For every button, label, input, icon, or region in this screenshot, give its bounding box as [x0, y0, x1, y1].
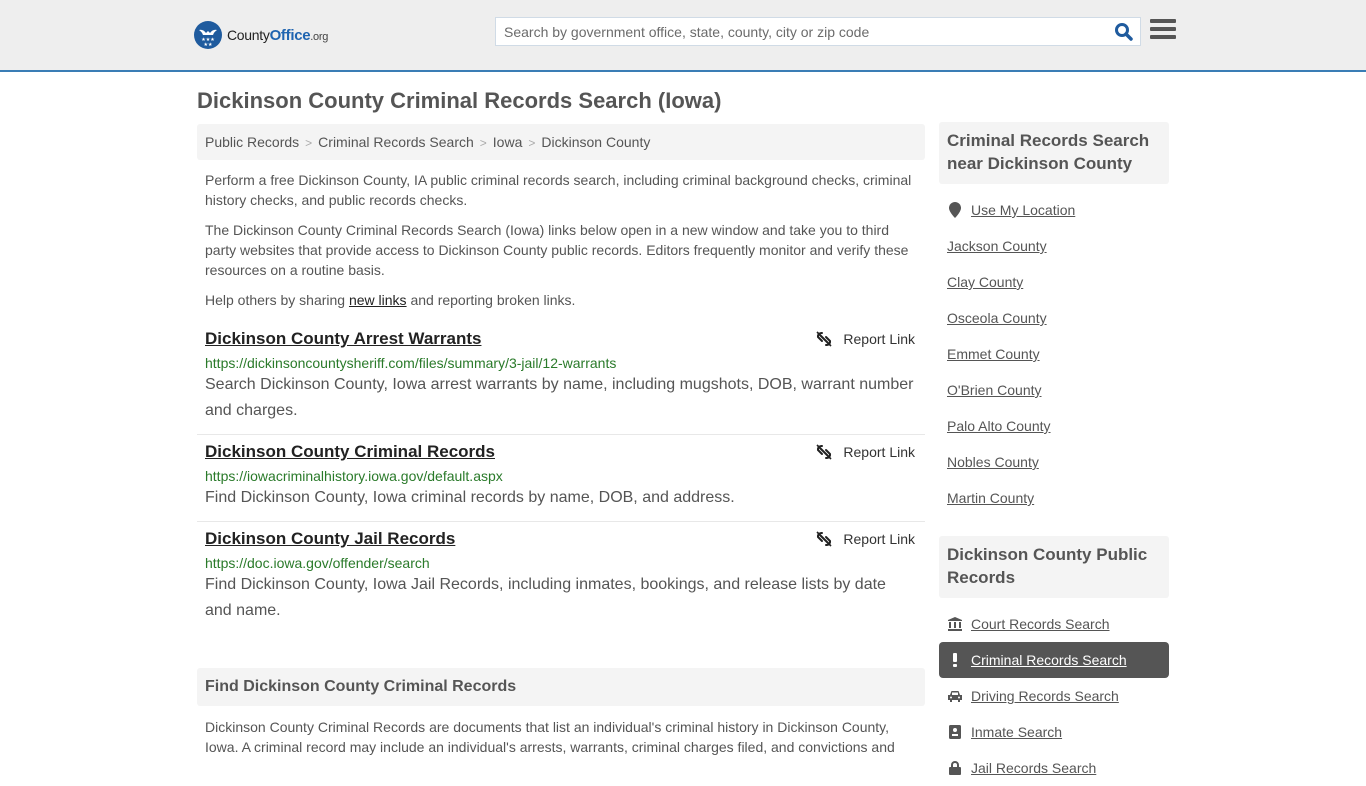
search-input[interactable] [496, 18, 1096, 45]
site-header: ★★★ ★★ CountyOffice.org [0, 0, 1366, 72]
resource-link-description: Find Dickinson County, Iowa criminal rec… [205, 489, 735, 506]
section-heading: Find Dickinson County Criminal Records [197, 668, 925, 706]
site-logo[interactable]: ★★★ ★★ CountyOffice.org [194, 20, 328, 50]
nearby-list: Use My Location Jackson County Clay Coun… [939, 192, 1169, 516]
search-icon [1115, 23, 1133, 41]
resource-link-item: Dickinson County Arrest Warrants Report … [197, 322, 925, 435]
eagle-logo-icon: ★★★ ★★ [194, 21, 222, 49]
sidebar: Criminal Records Search near Dickinson C… [939, 122, 1169, 786]
resource-link-title[interactable]: Dickinson County Jail Records [205, 530, 455, 548]
sidebar-link[interactable]: Jail Records Search [971, 760, 1096, 776]
map-pin-icon [947, 202, 963, 218]
nearby-county-item[interactable]: Osceola County [939, 300, 1169, 336]
breadcrumb-criminal-records-search[interactable]: Criminal Records Search [318, 134, 474, 150]
svg-text:★★: ★★ [204, 42, 213, 48]
nearby-county-link[interactable]: Martin County [947, 490, 1034, 506]
nearby-county-link[interactable]: Emmet County [947, 346, 1040, 362]
search-bar [495, 17, 1141, 46]
breadcrumb-separator: > [305, 136, 313, 150]
nearby-county-link[interactable]: Palo Alto County [947, 418, 1051, 434]
sidebar-item-inmate-search[interactable]: Inmate Search [939, 714, 1169, 750]
intro-text: Perform a free Dickinson County, IA publ… [197, 170, 925, 310]
resource-link-url: https://iowacriminalhistory.iowa.gov/def… [205, 468, 503, 484]
report-link-button[interactable]: Report Link [815, 443, 915, 461]
breadcrumb-public-records[interactable]: Public Records [205, 134, 299, 150]
nearby-heading: Criminal Records Search near Dickinson C… [939, 122, 1169, 184]
resource-link-item: Dickinson County Jail Records Report Lin… [197, 522, 925, 634]
menu-bar-icon [1150, 27, 1176, 31]
nearby-county-item[interactable]: Clay County [939, 264, 1169, 300]
exclamation-icon [947, 653, 963, 667]
sidebar-link[interactable]: Driving Records Search [971, 688, 1119, 704]
find-records-section: Find Dickinson County Criminal Records D… [197, 668, 925, 757]
nearby-county-item[interactable]: O'Brien County [939, 372, 1169, 408]
nearby-county-item[interactable]: Emmet County [939, 336, 1169, 372]
hamburger-menu-button[interactable] [1150, 19, 1176, 43]
resource-link-title[interactable]: Dickinson County Arrest Warrants [205, 330, 481, 348]
intro-share-paragraph: Help others by sharing new links and rep… [205, 292, 576, 308]
public-records-list: Court Records Search Criminal Records Se… [939, 606, 1169, 786]
logo-text: CountyOffice.org [227, 26, 329, 44]
nearby-county-link[interactable]: Nobles County [947, 454, 1039, 470]
sidebar-link[interactable]: Court Records Search [971, 616, 1110, 632]
resource-link-url: https://doc.iowa.gov/offender/search [205, 555, 430, 571]
nearby-county-item[interactable]: Palo Alto County [939, 408, 1169, 444]
main-content: Public Records > Criminal Records Search > I… [197, 124, 925, 757]
report-link-button[interactable]: Report Link [815, 530, 915, 548]
resource-links-list: Dickinson County Arrest Warrants Report … [197, 322, 925, 634]
nearby-county-link[interactable]: O'Brien County [947, 382, 1042, 398]
broken-link-icon [816, 331, 832, 347]
broken-link-icon [816, 531, 832, 547]
nearby-county-link[interactable]: Clay County [947, 274, 1023, 290]
intro-paragraph: The Dickinson County Criminal Records Se… [205, 222, 909, 278]
menu-bar-icon [1150, 19, 1176, 23]
sidebar-item-court-records[interactable]: Court Records Search [939, 606, 1169, 642]
nearby-county-link[interactable]: Osceola County [947, 310, 1047, 326]
section-body: Dickinson County Criminal Records are do… [205, 719, 895, 755]
car-icon [947, 690, 963, 702]
id-badge-icon [947, 725, 963, 739]
sidebar-item-driving-records[interactable]: Driving Records Search [939, 678, 1169, 714]
nearby-county-link[interactable]: Jackson County [947, 238, 1047, 254]
sidebar-link[interactable]: Inmate Search [971, 724, 1062, 740]
courthouse-icon [947, 617, 963, 631]
breadcrumb: Public Records > Criminal Records Search > I… [197, 124, 925, 160]
breadcrumb-separator: > [528, 136, 536, 150]
nearby-county-item[interactable]: Jackson County [939, 228, 1169, 264]
lock-icon [947, 761, 963, 775]
use-my-location-link[interactable]: Use My Location [971, 202, 1075, 218]
broken-link-icon [816, 444, 832, 460]
resource-link-title[interactable]: Dickinson County Criminal Records [205, 443, 495, 461]
resource-link-url: https://dickinsoncountysheriff.com/files… [205, 355, 617, 371]
resource-link-description: Find Dickinson County, Iowa Jail Records… [205, 576, 886, 619]
breadcrumb-separator: > [479, 136, 487, 150]
nearby-county-item[interactable]: Nobles County [939, 444, 1169, 480]
use-my-location-item[interactable]: Use My Location [939, 192, 1169, 228]
sidebar-link[interactable]: Criminal Records Search [971, 652, 1127, 668]
resource-link-item: Dickinson County Criminal Records Report… [197, 435, 925, 522]
resource-link-description: Search Dickinson County, Iowa arrest war… [205, 376, 914, 419]
new-links-link[interactable]: new links [349, 292, 407, 308]
sidebar-item-jail-records[interactable]: Jail Records Search [939, 750, 1169, 786]
report-link-button[interactable]: Report Link [815, 330, 915, 348]
breadcrumb-iowa[interactable]: Iowa [493, 134, 523, 150]
search-button[interactable] [1114, 22, 1134, 42]
sidebar-item-criminal-records[interactable]: Criminal Records Search [939, 642, 1169, 678]
nearby-county-item[interactable]: Martin County [939, 480, 1169, 516]
page-title: Dickinson County Criminal Records Search… [197, 88, 722, 113]
menu-bar-icon [1150, 35, 1176, 39]
public-records-heading: Dickinson County Public Records [939, 536, 1169, 598]
breadcrumb-dickinson-county[interactable]: Dickinson County [541, 134, 650, 150]
intro-paragraph: Perform a free Dickinson County, IA publ… [205, 172, 912, 208]
